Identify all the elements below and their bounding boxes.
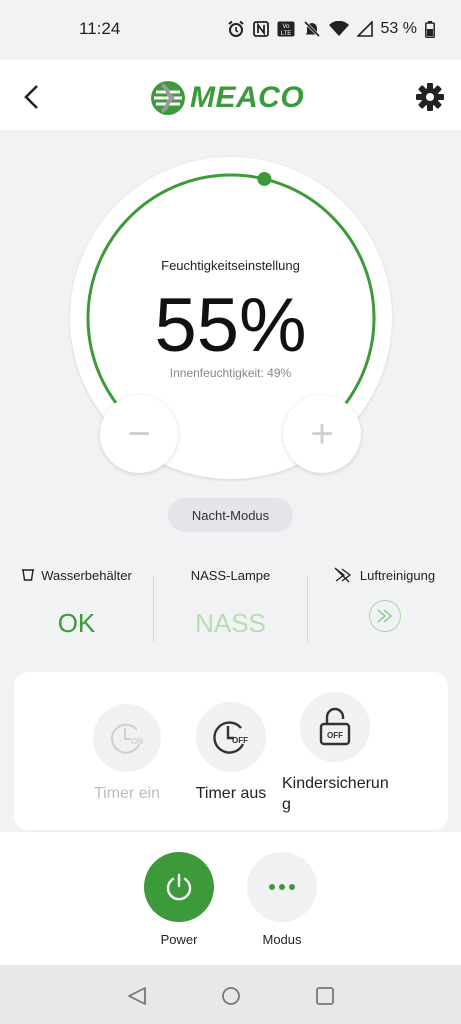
nav-home-icon [222, 987, 240, 1005]
padlock-icon: OFF [319, 707, 351, 746]
back-arrow-icon [24, 85, 38, 109]
water-tank-value: OK [57, 608, 96, 638]
mode-button[interactable]: Modus [237, 852, 327, 947]
meaco-logo-icon [151, 81, 185, 115]
battery-text: 53 % [380, 20, 417, 37]
mode-label: Modus [262, 932, 302, 947]
timer-on-button[interactable]: ON Timer ein [77, 704, 177, 804]
water-tank-title: Wasserbehälter [41, 567, 132, 583]
timer-on-label: Timer ein [93, 785, 161, 802]
system-nav-bar [0, 965, 461, 1024]
signal-icon [356, 21, 373, 37]
wet-lamp-value: NASS [195, 608, 266, 638]
svg-text:LTE: LTE [280, 31, 291, 37]
humidity-dial: Feuchtigkeitseinstellung 55% Innenfeucht… [0, 130, 461, 550]
water-tank-icon [22, 569, 35, 581]
brand-name: MEACO [190, 81, 305, 114]
alarm-icon [227, 20, 245, 38]
app-header: MEACO [0, 60, 461, 130]
controls-card: ON Timer ein OFF Timer aus OFF Kindersic… [14, 672, 448, 830]
wet-lamp-title: NASS-Lampe [190, 567, 271, 583]
status-icons: Vo LTE 53 % [227, 18, 435, 40]
air-purification-title: Luftreinigung [359, 567, 436, 583]
volte-icon: Vo LTE [277, 21, 295, 37]
timer-off-label: Timer aus [195, 785, 267, 802]
dial-label: Feuchtigkeitseinstellung [161, 258, 300, 273]
nav-back-button[interactable] [126, 985, 148, 1007]
nav-back-icon [128, 987, 146, 1005]
bottom-controls: Power Modus [0, 832, 461, 965]
mute-icon [303, 20, 321, 38]
timer-off-icon: OFF [213, 721, 248, 754]
plus-icon: + [310, 412, 334, 456]
status-bar: 11:24 Vo LTE 53 % [0, 0, 461, 60]
purification-icon [334, 567, 351, 583]
increase-button[interactable]: + [283, 395, 361, 473]
purification-icon [377, 609, 392, 623]
air-purification-toggle[interactable] [368, 600, 401, 632]
status-time: 11:24 [79, 19, 121, 38]
air-purification-status: Luftreinigung [308, 560, 461, 632]
wet-lamp-status: NASS-Lampe NASS [154, 560, 307, 639]
child-lock-button[interactable]: OFF Kindersicherung [282, 692, 392, 815]
battery-icon [425, 20, 435, 38]
decrease-button[interactable]: − [100, 395, 178, 473]
status-info-row: Wasserbehälter OK NASS-Lampe NASS Luftre… [0, 560, 461, 660]
power-icon [166, 873, 192, 901]
nav-recents-button[interactable] [314, 985, 336, 1007]
power-label: Power [160, 932, 198, 947]
nfc-icon [252, 21, 269, 37]
back-button[interactable] [18, 82, 46, 112]
humidity-setting-value: 55% [154, 283, 307, 368]
indoor-humidity: Innenfeuchtigkeit: 49% [169, 366, 292, 380]
svg-text:OFF: OFF [327, 731, 343, 740]
water-tank-status: Wasserbehälter OK [0, 560, 153, 639]
power-button[interactable]: Power [134, 852, 224, 947]
gear-icon [416, 83, 444, 111]
brand-logo: MEACO [150, 78, 304, 118]
minus-icon: − [127, 412, 151, 456]
child-lock-label: Kindersicherung [282, 775, 389, 813]
more-dots-icon [269, 884, 295, 890]
svg-text:ON: ON [131, 737, 143, 746]
settings-button[interactable] [415, 82, 445, 112]
wifi-icon [328, 21, 349, 37]
svg-text:Vo: Vo [282, 24, 290, 30]
dial-knob[interactable] [257, 171, 272, 186]
timer-on-icon: ON [111, 723, 143, 754]
nav-recents-icon [316, 987, 334, 1005]
nav-home-button[interactable] [220, 985, 242, 1007]
timer-off-button[interactable]: OFF Timer aus [181, 702, 281, 804]
night-mode-button[interactable]: Nacht-Modus [168, 498, 293, 532]
svg-text:OFF: OFF [232, 736, 248, 745]
